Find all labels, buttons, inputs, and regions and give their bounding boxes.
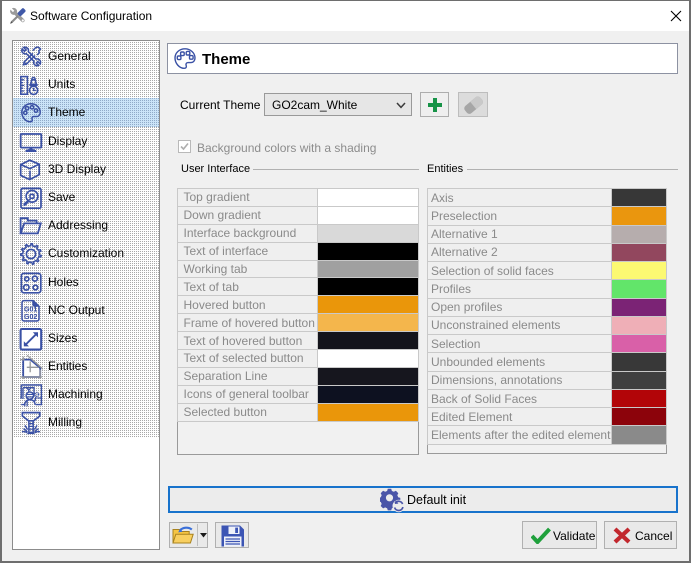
svg-text:G02: G02 — [24, 313, 37, 320]
svg-text:G01: G01 — [24, 306, 37, 313]
